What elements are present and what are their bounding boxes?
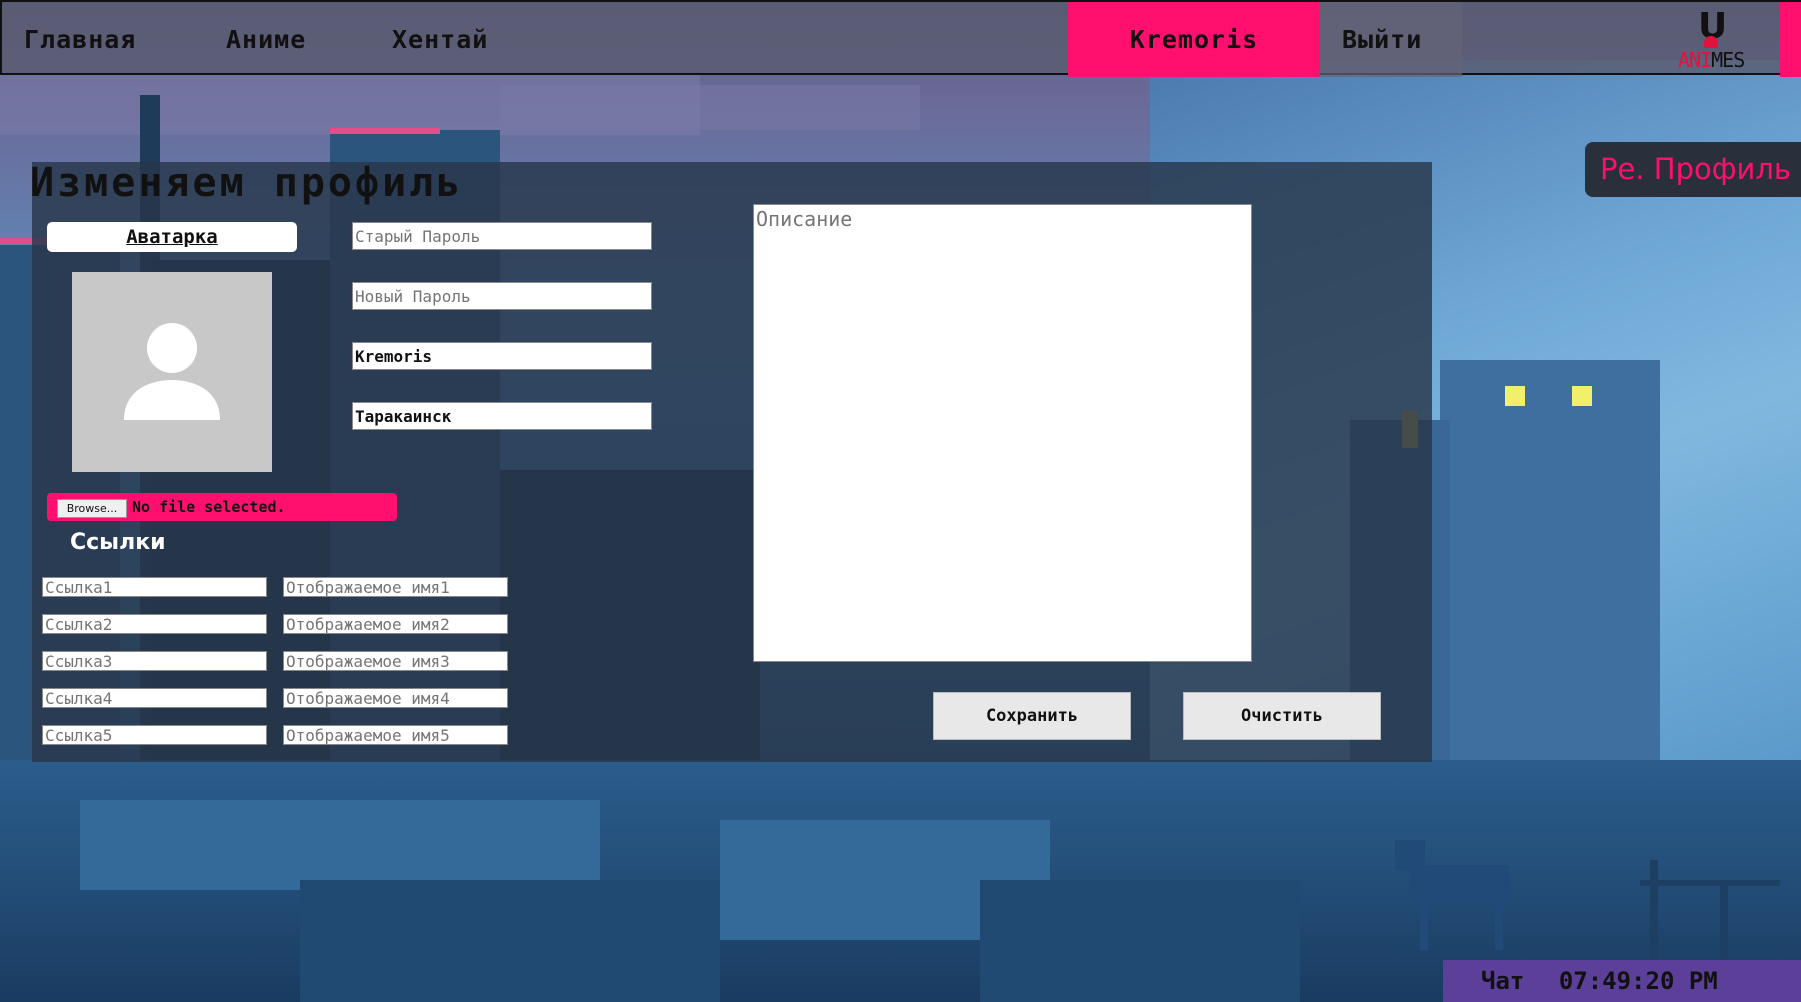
link-url-input-4[interactable] bbox=[42, 688, 267, 708]
link-name-input-1[interactable] bbox=[283, 577, 508, 597]
cloud bbox=[500, 85, 920, 130]
nickname-input[interactable] bbox=[352, 342, 652, 370]
dog-silhouette bbox=[1420, 900, 1428, 950]
site-logo[interactable]: U ANIMES bbox=[1674, 6, 1754, 72]
city-input[interactable] bbox=[352, 402, 652, 430]
dog-silhouette bbox=[1395, 840, 1425, 870]
heart-icon bbox=[1704, 36, 1718, 48]
top-navbar: Главная Аниме Хентай Kremoris Выйти U AN… bbox=[0, 0, 1801, 77]
neon-sign bbox=[330, 128, 440, 134]
dog-silhouette bbox=[1410, 865, 1510, 905]
user-placeholder-icon bbox=[124, 323, 220, 420]
file-status-text: No file selected. bbox=[132, 498, 286, 516]
link-name-input-4[interactable] bbox=[283, 688, 508, 708]
link-name-input-3[interactable] bbox=[283, 651, 508, 671]
avatar-file-input[interactable]: Browse... No file selected. bbox=[47, 493, 397, 521]
page-title: Изменяем профиль bbox=[30, 160, 464, 206]
logo-text: ANIMES bbox=[1678, 48, 1745, 72]
fence-post bbox=[1720, 880, 1728, 960]
chat-label: Чат bbox=[1481, 967, 1525, 995]
nav-home[interactable]: Главная bbox=[24, 2, 136, 77]
links-heading: Ссылки bbox=[70, 530, 166, 555]
nav-logout[interactable]: Выйти bbox=[1342, 2, 1422, 77]
rock bbox=[300, 880, 720, 1002]
edit-profile-tab[interactable]: Ре. Профиль bbox=[1585, 142, 1801, 197]
old-password-input[interactable] bbox=[352, 222, 652, 250]
avatar-label: Аватарка bbox=[47, 222, 297, 252]
link-url-input-5[interactable] bbox=[42, 725, 267, 745]
clock-time: 07:49:20 PM bbox=[1558, 967, 1718, 995]
description-textarea[interactable] bbox=[753, 204, 1252, 662]
avatar bbox=[72, 272, 272, 472]
nav-user-profile[interactable]: Kremoris bbox=[1068, 2, 1320, 77]
link-url-input-2[interactable] bbox=[42, 614, 267, 634]
lit-window bbox=[1572, 386, 1592, 406]
link-url-input-1[interactable] bbox=[42, 577, 267, 597]
save-button[interactable]: Сохранить bbox=[933, 692, 1131, 740]
nav-hentai[interactable]: Хентай bbox=[392, 2, 488, 77]
clear-button[interactable]: Очистить bbox=[1183, 692, 1381, 740]
fence-post bbox=[1650, 860, 1658, 960]
lit-window bbox=[1505, 386, 1525, 406]
nav-edge-accent bbox=[1780, 2, 1801, 77]
rock bbox=[980, 880, 1300, 1002]
link-name-input-5[interactable] bbox=[283, 725, 508, 745]
fence-rail bbox=[1640, 880, 1780, 886]
chat-clock-bar[interactable]: Чат 07:49:20 PM bbox=[1443, 960, 1801, 1002]
new-password-input[interactable] bbox=[352, 282, 652, 310]
link-url-input-3[interactable] bbox=[42, 651, 267, 671]
link-name-input-2[interactable] bbox=[283, 614, 508, 634]
building-right bbox=[1440, 360, 1660, 760]
rock bbox=[80, 800, 600, 890]
nav-anime[interactable]: Аниме bbox=[226, 2, 306, 77]
browse-button[interactable]: Browse... bbox=[57, 499, 127, 518]
dog-silhouette bbox=[1495, 900, 1503, 950]
